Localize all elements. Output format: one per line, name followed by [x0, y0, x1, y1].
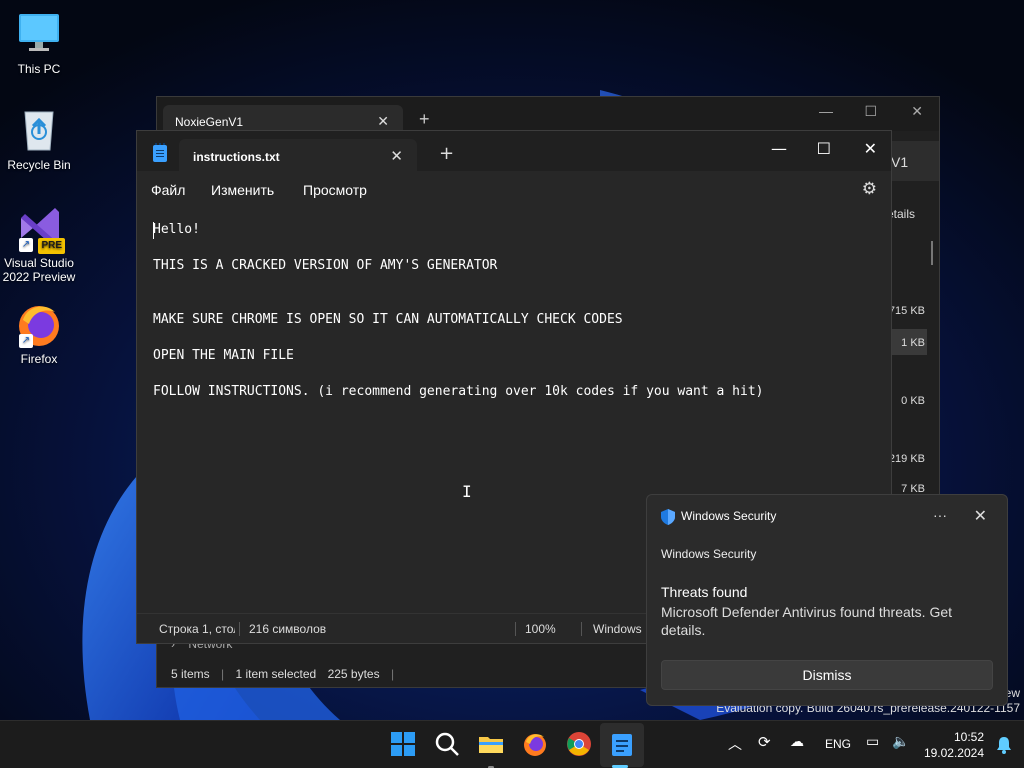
toast-body: Microsoft Defender Antivirus found threa… [661, 604, 953, 638]
windows-security-toast[interactable]: Windows Security ··· ✕ Windows Security … [646, 494, 1008, 706]
file-size: 715 KB [888, 305, 925, 317]
close-tab-icon[interactable]: ✕ [377, 113, 389, 130]
volume-muted-icon[interactable]: 🔈 [892, 733, 909, 750]
close-window-button[interactable]: ✕ [864, 139, 877, 158]
notepad-title-bar: instructions.txt ✕ + — ☐ ✕ [137, 131, 891, 171]
clock[interactable]: 10:52 19.02.2024 [924, 729, 984, 761]
visual-studio-icon: PRE ↗ [15, 204, 65, 254]
editor-line: MAKE SURE CHROME IS OPEN SO IT CAN AUTOM… [153, 312, 623, 327]
desktop-icon-label: This PC [17, 62, 61, 76]
close-window-button[interactable]: ✕ [911, 103, 923, 120]
explorer-tab[interactable]: NoxieGenV1 ✕ [163, 105, 403, 133]
desktop-icon-firefox[interactable]: ↗ Firefox [0, 300, 78, 366]
toast-header: Windows Security [661, 509, 776, 525]
shortcut-arrow-icon: ↗ [19, 334, 33, 348]
scrollbar-thumb[interactable] [931, 241, 933, 265]
desktop-icon-recycle-bin[interactable]: Recycle Bin [0, 106, 78, 172]
maximize-button[interactable]: ☐ [817, 139, 831, 158]
notepad-tab[interactable]: instructions.txt ✕ [179, 139, 417, 171]
pre-badge: PRE [38, 238, 65, 254]
firefox-taskbar-icon[interactable] [522, 731, 548, 757]
file-size: 1 KB [901, 337, 925, 349]
notepad-app-icon [153, 143, 167, 162]
desktop-icon-this-pc[interactable]: This PC [0, 10, 78, 76]
clock-date: 19.02.2024 [923, 746, 984, 760]
desktop-icon-label: Recycle Bin [7, 158, 71, 172]
chevron-up-icon[interactable]: ︿ [728, 734, 742, 754]
status-line-ending[interactable]: Windows [593, 622, 642, 636]
new-tab-button[interactable]: + [439, 143, 454, 164]
shortcut-arrow-icon: ↗ [19, 238, 33, 252]
explorer-tab-bar: NoxieGenV1 ✕ + — ☐ ✕ [157, 97, 939, 133]
network-icon[interactable]: ▭ [866, 733, 879, 750]
close-icon[interactable]: ✕ [974, 506, 987, 526]
notepad-taskbar-button[interactable] [600, 723, 644, 767]
new-tab-button[interactable]: + [419, 109, 430, 130]
editor-line: Hello! [153, 222, 200, 237]
maximize-button[interactable]: ☐ [864, 103, 877, 120]
editor-line: OPEN THE MAIN FILE [153, 348, 294, 363]
dismiss-button[interactable]: Dismiss [661, 660, 993, 690]
more-options-icon[interactable]: ··· [933, 507, 947, 523]
clock-time: 10:52 [953, 730, 984, 744]
language-indicator[interactable]: ENG [825, 737, 851, 751]
editor-line: FOLLOW INSTRUCTIONS. (i recommend genera… [153, 384, 764, 399]
cloud-offline-icon[interactable]: ☁ [790, 733, 804, 750]
start-button-windows-icon[interactable] [390, 731, 416, 757]
shield-icon [661, 509, 675, 525]
status-item-count: 5 items [171, 667, 210, 681]
sync-icon[interactable]: ⟳ [758, 733, 771, 751]
file-size: 0 KB [901, 395, 925, 407]
desktop-icon-label: Visual Studio 2022 Preview [2, 256, 76, 284]
minimize-button[interactable]: — [771, 139, 787, 158]
status-cursor-position: Строка 1, стол [159, 622, 235, 636]
search-icon[interactable] [434, 731, 460, 757]
settings-gear-icon[interactable]: ⚙ [862, 179, 877, 199]
firefox-icon: ↗ [15, 300, 63, 348]
menu-view[interactable]: Просмотр [303, 182, 367, 198]
desktop-icon-label: Firefox [20, 352, 58, 366]
text-caret [153, 222, 154, 239]
chrome-icon[interactable] [566, 731, 592, 757]
minimize-button[interactable]: — [819, 103, 833, 119]
toast-header-label: Windows Security [681, 509, 777, 524]
status-selected: 1 item selected [235, 667, 317, 681]
taskbar: ︿ ⟳ ☁ ENG ▭ 🔈 10:52 19.02.2024 [0, 720, 1024, 768]
notepad-menu-bar: Файл Изменить Просмотр ⚙ [137, 171, 891, 209]
menu-file[interactable]: Файл [151, 182, 185, 198]
mouse-ibeam-cursor-icon: I [462, 482, 472, 501]
status-char-count: 216 символов [249, 622, 327, 636]
notification-bell-icon[interactable] [996, 736, 1012, 754]
explorer-tab-title: NoxieGenV1 [175, 115, 244, 129]
desktop-icon-visual-studio[interactable]: PRE ↗ Visual Studio 2022 Preview [0, 204, 78, 284]
status-bytes: 225 bytes [327, 667, 380, 681]
toast-app-name: Windows Security [661, 547, 757, 561]
status-zoom[interactable]: 100% [525, 622, 556, 636]
toast-title: Threats found [661, 584, 748, 600]
file-size: 219 KB [888, 453, 925, 465]
close-tab-icon[interactable]: ✕ [390, 147, 403, 165]
explorer-address-bar[interactable]: V1 [889, 141, 939, 181]
recycle-bin-icon [15, 106, 63, 154]
menu-edit[interactable]: Изменить [211, 182, 274, 198]
monitor-icon [15, 10, 63, 58]
file-explorer-icon[interactable] [478, 731, 504, 757]
editor-line: THIS IS A CRACKED VERSION OF AMY'S GENER… [153, 258, 498, 273]
notepad-tab-title: instructions.txt [193, 150, 280, 164]
notepad-icon [612, 734, 632, 756]
